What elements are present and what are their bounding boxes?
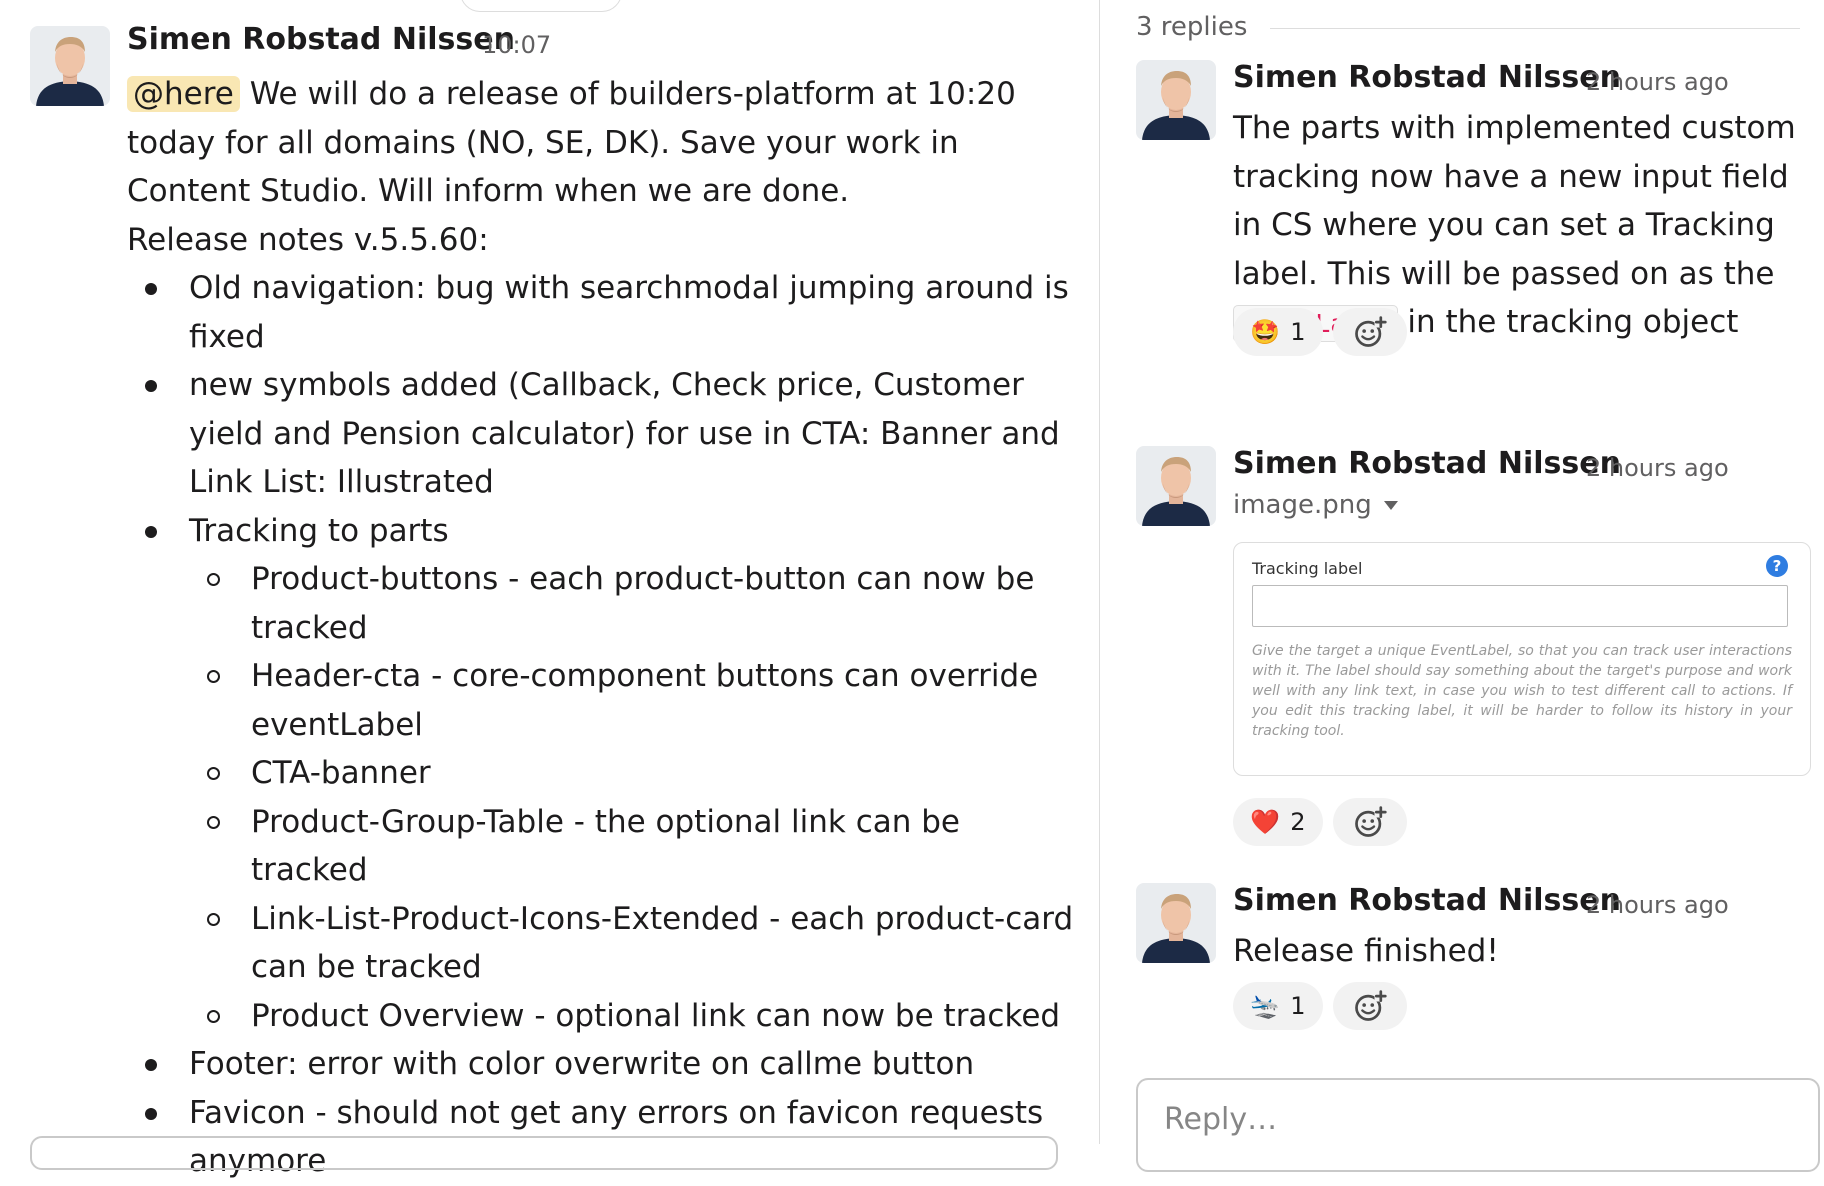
thread-reply: Simen Robstad Nilssen 2 hours ago The pa… <box>1136 60 1816 360</box>
reply-timestamp[interactable]: 2 hours ago <box>1586 891 1729 919</box>
reply-timestamp[interactable]: 2 hours ago <box>1586 68 1729 96</box>
message-body: @here We will do a release of builders-p… <box>127 70 1077 1186</box>
add-reaction-icon <box>1352 314 1388 350</box>
list-item-text: Tracking to parts <box>189 512 449 549</box>
sub-list-item: CTA-banner <box>207 749 1077 798</box>
reply-input[interactable] <box>1162 1098 1786 1140</box>
reaction-heart[interactable]: ❤️ 2 <box>1233 798 1323 846</box>
person-avatar-icon <box>1136 883 1216 963</box>
author-avatar[interactable] <box>1136 883 1216 963</box>
new-messages-pill[interactable] <box>460 0 622 12</box>
airplane-arrival-emoji-icon: 🛬 <box>1250 992 1281 1020</box>
file-name: image.png <box>1233 490 1372 520</box>
list-item: new symbols added (Callback, Check price… <box>145 361 1077 507</box>
replies-count: 3 replies <box>1136 12 1248 42</box>
sub-list-item: Header-cta - core-component buttons can … <box>207 652 1077 749</box>
tracking-label-input <box>1252 585 1788 627</box>
thread-reply: Simen Robstad Nilssen 2 hours ago image.… <box>1136 446 1816 846</box>
here-mention[interactable]: @here <box>127 76 240 112</box>
person-avatar-icon <box>1136 60 1216 140</box>
add-reaction-button[interactable] <box>1333 798 1407 846</box>
question-mark-icon: ? <box>1766 555 1788 577</box>
caret-down-icon <box>1383 501 1398 510</box>
reaction-count: 1 <box>1290 318 1306 346</box>
tracking-label-title: Tracking label <box>1252 559 1363 578</box>
author-name[interactable]: Simen Robstad Nilssen <box>1233 883 1621 918</box>
image-attachment[interactable]: Tracking label ? Give the target a uniqu… <box>1233 542 1811 776</box>
list-item: Footer: error with color overwrite on ca… <box>145 1040 1077 1089</box>
replies-divider <box>1270 28 1800 29</box>
tracking-sublist: Product-buttons - each product-button ca… <box>189 555 1077 1040</box>
reaction-star-struck[interactable]: 🤩 1 <box>1233 308 1323 356</box>
reply-text-part: The parts with implemented custom tracki… <box>1233 110 1796 292</box>
release-notes-heading: Release notes v.5.5.60: <box>127 221 489 258</box>
star-struck-emoji-icon: 🤩 <box>1250 318 1281 346</box>
message-composer[interactable] <box>30 1136 1058 1170</box>
author-avatar[interactable] <box>30 26 110 106</box>
file-name-toggle[interactable]: image.png <box>1233 490 1398 520</box>
sub-list-item: Product-Group-Table - the optional link … <box>207 798 1077 895</box>
author-avatar[interactable] <box>1136 60 1216 140</box>
thread-reply: Simen Robstad Nilssen 2 hours ago Releas… <box>1136 883 1816 1033</box>
add-reaction-icon <box>1352 804 1388 840</box>
message-intro: @here We will do a release of builders-p… <box>127 70 1077 216</box>
reply-composer[interactable] <box>1136 1078 1820 1172</box>
sub-list-item: Product Overview - optional link can now… <box>207 992 1077 1041</box>
tracking-label-help-text: Give the target a unique EventLabel, so … <box>1252 643 1792 739</box>
person-avatar-icon <box>1136 446 1216 526</box>
thread-pane: 3 replies Simen Robstad Nilssen 2 hours … <box>1100 0 1824 1172</box>
channel-pane: Simen Robstad Nilssen 10:07 @here We wil… <box>0 0 1099 1179</box>
reply-timestamp[interactable]: 2 hours ago <box>1586 454 1729 482</box>
add-reaction-button[interactable] <box>1333 308 1407 356</box>
sub-list-item: Link-List-Product-Icons-Extended - each … <box>207 895 1077 992</box>
reaction-count: 1 <box>1290 992 1306 1020</box>
list-item: Tracking to parts Product-buttons - each… <box>145 507 1077 1041</box>
author-name[interactable]: Simen Robstad Nilssen <box>127 22 515 57</box>
sub-list-item: Product-buttons - each product-button ca… <box>207 555 1077 652</box>
message-timestamp[interactable]: 10:07 <box>482 31 551 59</box>
list-item: Old navigation: bug with searchmodal jum… <box>145 264 1077 361</box>
author-name[interactable]: Simen Robstad Nilssen <box>1233 446 1621 481</box>
add-reaction-icon <box>1352 988 1388 1024</box>
reply-text-part: in the tracking object <box>1397 304 1739 340</box>
reply-text: The parts with implemented custom tracki… <box>1233 104 1813 349</box>
release-notes-list: Old navigation: bug with searchmodal jum… <box>127 264 1077 1186</box>
reaction-count: 2 <box>1290 808 1306 836</box>
author-avatar[interactable] <box>1136 446 1216 526</box>
reply-text: Release finished! <box>1233 933 1499 969</box>
intro-text: We will do a release of builders-platfor… <box>127 76 1016 209</box>
author-name[interactable]: Simen Robstad Nilssen <box>1233 60 1621 95</box>
reaction-landing[interactable]: 🛬 1 <box>1233 982 1323 1030</box>
person-avatar-icon <box>30 26 110 106</box>
heart-emoji-icon: ❤️ <box>1250 808 1281 836</box>
add-reaction-button[interactable] <box>1333 982 1407 1030</box>
